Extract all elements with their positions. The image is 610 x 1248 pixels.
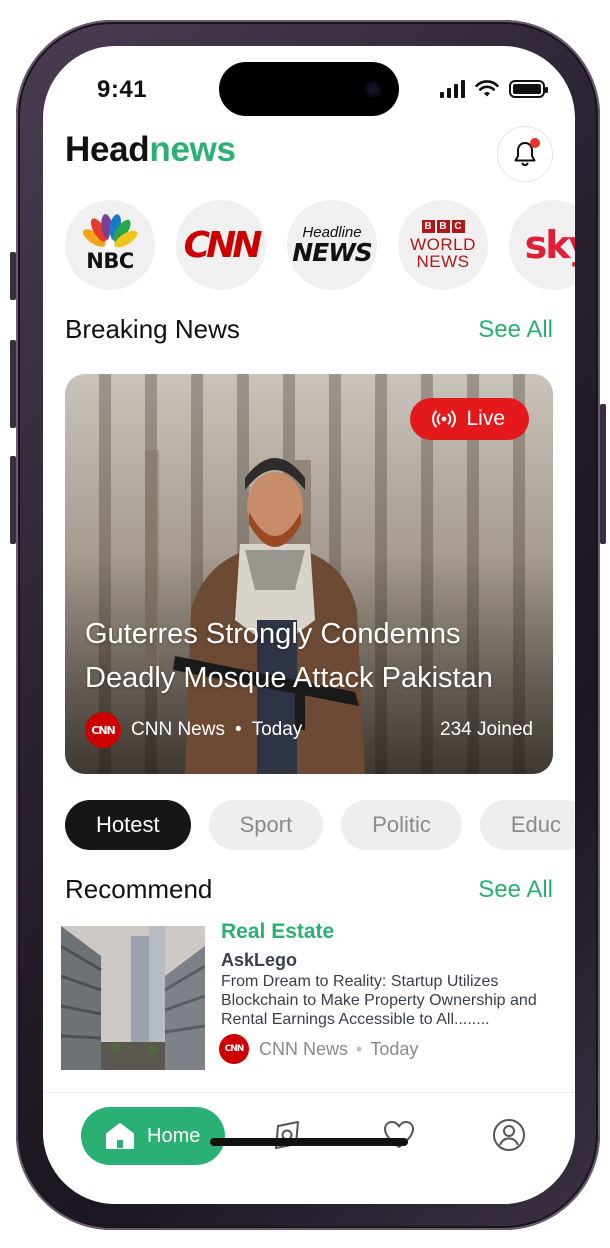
profile-icon <box>493 1119 525 1151</box>
cnn-logo-icon: CNN <box>219 1034 249 1064</box>
notifications-button[interactable] <box>497 126 553 182</box>
joined-count: 234 Joined <box>440 719 533 740</box>
channel-name: CNN <box>183 224 263 266</box>
breaking-headline: Guterres Strongly Condemns Deadly Mosque… <box>85 618 493 694</box>
separator-dot: • <box>356 1038 363 1059</box>
cnn-logo-icon: CNN <box>85 712 121 748</box>
source-name: CNN News <box>131 719 225 740</box>
camera-icon <box>365 81 381 97</box>
app-logo: Headnews <box>65 130 236 169</box>
source-name: CNN News <box>259 1038 349 1059</box>
channel-sky[interactable]: sky <box>509 200 575 290</box>
wifi-icon <box>475 80 499 97</box>
channel-nbc[interactable]: NBC <box>65 200 155 290</box>
live-badge: Live <box>410 398 529 440</box>
chip-education[interactable]: Educ <box>479 800 575 850</box>
power-button <box>600 404 606 544</box>
channel-list: NBC CNN Headline NEWS BBC WORLD NEWS sky <box>65 200 575 290</box>
breaking-news-title: Breaking News <box>65 314 240 344</box>
nbc-peacock-icon <box>82 214 138 250</box>
action-button <box>10 252 16 300</box>
channel-cnn[interactable]: CNN <box>176 200 266 290</box>
volume-down-button <box>10 456 16 544</box>
cellular-signal-icon <box>440 80 465 98</box>
channel-name-line2: NEWS <box>292 238 373 267</box>
separator-dot: • <box>234 719 242 740</box>
chip-hotest[interactable]: Hotest <box>65 800 191 850</box>
article-publisher: AskLego <box>221 950 298 970</box>
nav-favorites-button[interactable] <box>381 1117 417 1153</box>
nav-home-button[interactable]: Home <box>81 1107 225 1165</box>
breaking-news-card[interactable]: Live Guterres Strongly Condemns Deadly M… <box>65 374 553 774</box>
chip-politic[interactable]: Politic <box>341 800 462 850</box>
broadcast-icon <box>432 410 457 428</box>
bbc-logo: BBC <box>410 220 476 233</box>
bottom-nav: Home <box>43 1092 575 1204</box>
nav-profile-button[interactable] <box>491 1117 527 1153</box>
category-chips: Hotest Sport Politic Educ <box>65 800 575 850</box>
chip-sport[interactable]: Sport <box>208 800 324 850</box>
publish-time: Today <box>370 1038 419 1059</box>
nav-home-label: Home <box>147 1124 201 1147</box>
heart-icon <box>384 1121 414 1148</box>
nav-explore-button[interactable] <box>269 1117 305 1153</box>
channel-name: sky <box>524 223 575 267</box>
live-label: Live <box>466 407 505 430</box>
article-thumbnail <box>61 926 205 1070</box>
channel-name-line2: NEWS <box>416 252 470 271</box>
article-description: From Dream to Reality: Startup Utilizes … <box>221 973 537 1028</box>
breaking-meta: CNN CNN News • Today 234 Joined <box>85 712 533 748</box>
battery-icon <box>509 80 548 98</box>
recommend-item[interactable]: Real Estate AskLego From Dream to Realit… <box>61 920 557 1072</box>
recommend-see-all-link[interactable]: See All <box>478 876 553 904</box>
app-screen: 9:41 Headnews NBC CNN Headline NEWS B B … <box>43 46 575 1204</box>
channel-bbc-world-news[interactable]: BBC WORLD NEWS <box>398 200 488 290</box>
volume-up-button <box>10 340 16 428</box>
channel-name-line1: WORLD <box>410 235 476 254</box>
home-indicator <box>210 1138 408 1146</box>
article-category: Real Estate <box>221 920 335 943</box>
recommend-title: Recommend <box>65 874 213 904</box>
dynamic-island <box>219 62 399 116</box>
channel-headline-news[interactable]: Headline NEWS <box>287 200 377 290</box>
home-icon <box>106 1123 134 1149</box>
notification-badge <box>530 138 540 148</box>
breaking-see-all-link[interactable]: See All <box>478 316 553 344</box>
status-icons <box>440 80 548 98</box>
channel-name: NBC <box>86 249 134 273</box>
explore-icon <box>275 1121 299 1149</box>
publish-time: Today <box>251 719 303 740</box>
article-meta: CNN CNN News • Today <box>219 1034 418 1064</box>
status-time: 9:41 <box>97 76 148 103</box>
